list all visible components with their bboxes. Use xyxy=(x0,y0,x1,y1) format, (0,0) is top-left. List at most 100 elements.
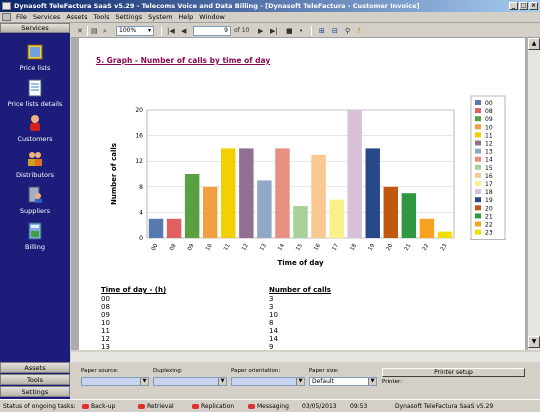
legend-swatch xyxy=(475,148,481,154)
task-replication[interactable]: Replication xyxy=(192,402,234,412)
task-backup[interactable]: Back-up xyxy=(82,402,115,412)
menu-services[interactable]: Services xyxy=(30,12,63,23)
legend-swatch xyxy=(475,189,481,195)
search-icon[interactable]: ⚲ xyxy=(345,26,350,36)
scroll-down-icon[interactable]: ▼ xyxy=(528,336,540,348)
zoom-icon[interactable]: ⌕ xyxy=(103,26,107,36)
table-cell-time: 10 xyxy=(101,319,110,327)
previous-page-icon[interactable]: ◀ xyxy=(181,26,186,36)
menu-system[interactable]: System xyxy=(145,12,175,23)
stop-icon[interactable]: ■ xyxy=(286,26,293,36)
status-led-icon xyxy=(192,404,199,409)
legend-label: 10 xyxy=(485,124,493,131)
legend-label: 16 xyxy=(485,173,493,180)
next-page-icon[interactable]: ▶ xyxy=(258,26,263,36)
sidebar-item-customers[interactable]: Customers xyxy=(0,114,70,143)
document-icon[interactable] xyxy=(2,13,11,21)
x-tick-label: 19 xyxy=(368,243,377,252)
print-icon[interactable]: ▤ xyxy=(91,26,98,36)
table-cell-time: 12 xyxy=(101,335,110,343)
status-led-icon xyxy=(248,404,255,409)
x-tick-label: 20 xyxy=(386,243,395,252)
print-options-panel: Paper source: ▼ Duplexing: ▼ Paper orien… xyxy=(71,350,540,399)
table-cell-time: 13 xyxy=(101,343,110,350)
scroll-up-icon[interactable]: ▲ xyxy=(528,38,540,50)
vertical-scrollbar[interactable]: ▲ ▼ xyxy=(527,38,540,350)
chart-bar xyxy=(347,110,362,238)
menu-tools[interactable]: Tools xyxy=(90,12,112,23)
sidebar-item-suppliers[interactable]: Suppliers xyxy=(0,186,70,215)
horizontal-scrollbar[interactable] xyxy=(71,352,540,362)
menu-file[interactable]: File xyxy=(13,12,30,23)
sidebar-item-distributors[interactable]: Distributors xyxy=(0,150,70,179)
legend-label: 15 xyxy=(485,165,493,172)
x-tick-label: 09 xyxy=(187,243,196,252)
maximize-button[interactable]: □ xyxy=(519,2,528,10)
toolbar-separator xyxy=(87,26,88,36)
paper-source-select[interactable]: ▼ xyxy=(81,377,149,386)
group-tree-icon[interactable]: ⊞ xyxy=(319,26,325,36)
legend-swatch xyxy=(475,124,481,130)
sidebar-item-billing[interactable]: Billing xyxy=(0,222,70,251)
menu-bar: File Services Assets Tools Settings Syst… xyxy=(0,12,540,23)
legend-swatch xyxy=(475,132,481,138)
legend-label: 23 xyxy=(485,230,493,237)
sidebar-header[interactable]: Services xyxy=(0,23,70,33)
duplexing-select[interactable]: ▼ xyxy=(153,377,227,386)
table-cell-calls: 3 xyxy=(269,303,274,311)
export-icon[interactable]: ⊟ xyxy=(332,26,338,36)
chart-bar xyxy=(202,186,218,238)
sidebar-item-price-lists-details[interactable]: Price lists details xyxy=(0,79,70,108)
page-count: of 10 xyxy=(234,27,250,34)
legend-label: 14 xyxy=(485,157,493,164)
y-tick-label: 16 xyxy=(135,133,143,140)
menu-window[interactable]: Window xyxy=(196,12,228,23)
toolbar-separator xyxy=(161,26,162,36)
minimize-button[interactable]: _ xyxy=(509,2,518,10)
sidebar-tab-tools[interactable]: Tools xyxy=(0,374,70,385)
menu-assets[interactable]: Assets xyxy=(63,12,90,23)
legend-swatch xyxy=(475,213,481,219)
duplexing-label: Duplexing: xyxy=(153,368,183,374)
people-icon xyxy=(28,152,42,166)
printer-setup-button[interactable]: Printer setup xyxy=(382,368,525,377)
page-number-input[interactable]: 9 xyxy=(193,26,231,36)
sidebar-tab-assets[interactable]: Assets xyxy=(0,362,70,373)
y-tick-label: 0 xyxy=(139,235,143,242)
report-page: 5. Graph - Number of calls by time of da… xyxy=(79,38,525,350)
x-tick-label: 14 xyxy=(277,243,286,252)
close-report-icon[interactable]: ✕ xyxy=(77,26,83,36)
task-retrieval[interactable]: Retrieval xyxy=(138,402,174,412)
menu-help[interactable]: Help xyxy=(175,12,196,23)
refresh-icon[interactable]: • xyxy=(299,26,303,36)
chart-bar xyxy=(184,174,200,238)
sidebar-item-label: Suppliers xyxy=(19,207,51,215)
sidebar-tab-settings[interactable]: Settings xyxy=(0,386,70,397)
tasks-status-label: Status of ongoing tasks: xyxy=(3,403,76,410)
sidebar-item-price-lists[interactable]: Price lists xyxy=(0,43,70,72)
status-time: 09:53 xyxy=(350,403,368,410)
legend-label: 00 xyxy=(485,100,493,107)
help-icon[interactable]: ? xyxy=(357,26,361,36)
zoom-select[interactable]: 100% ▾ xyxy=(116,26,154,36)
first-page-icon[interactable]: |◀ xyxy=(167,26,175,36)
x-tick-label: 11 xyxy=(223,243,232,252)
y-axis-label: Number of calls xyxy=(110,143,118,205)
app-icon xyxy=(2,2,11,10)
paper-orientation-select[interactable]: ▼ xyxy=(231,377,305,386)
sidebar-item-label: Price lists details xyxy=(7,100,63,108)
x-axis-label: Time of day xyxy=(277,259,323,267)
menu-settings[interactable]: Settings xyxy=(112,12,145,23)
x-tick-label: 18 xyxy=(349,243,358,252)
task-messaging[interactable]: Messaging xyxy=(248,402,289,412)
server-people-icon xyxy=(28,186,42,203)
close-button[interactable]: × xyxy=(529,2,538,10)
report-viewer: 5. Graph - Number of calls by time of da… xyxy=(71,38,540,350)
table-cell-calls: 8 xyxy=(269,319,274,327)
chart-bar xyxy=(293,206,308,238)
legend-label: 19 xyxy=(485,197,493,204)
paper-size-select[interactable]: Default ▼ xyxy=(309,377,377,386)
legend-swatch xyxy=(475,156,481,162)
last-page-icon[interactable]: ▶| xyxy=(270,26,278,36)
chart-bar xyxy=(365,148,380,238)
